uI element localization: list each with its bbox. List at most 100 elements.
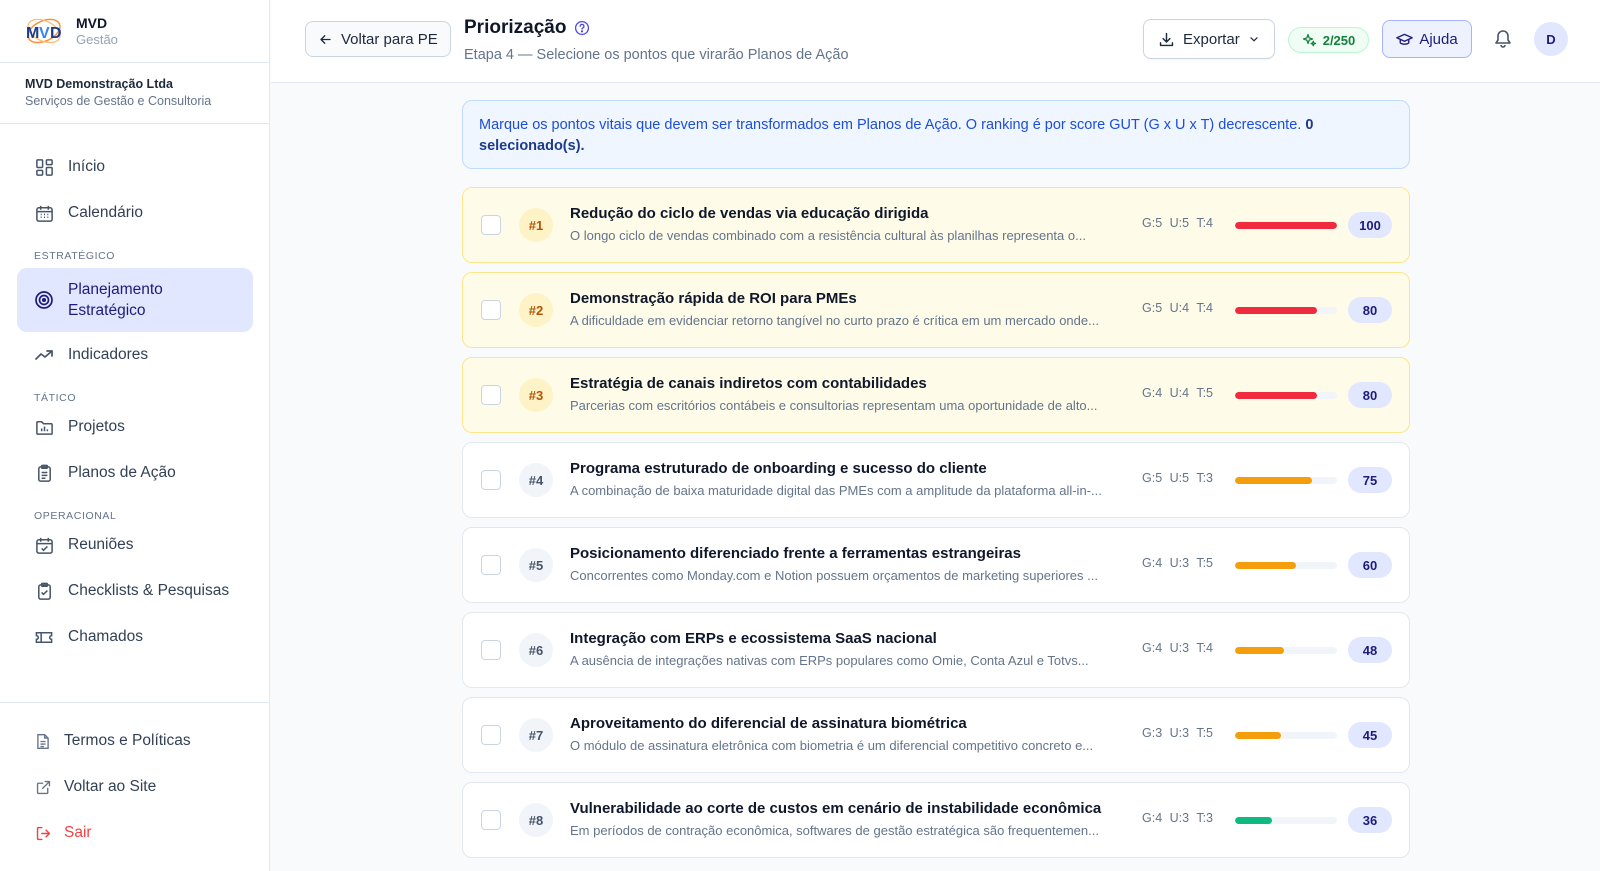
help-button[interactable]: Ajuda (1382, 20, 1472, 58)
download-icon (1158, 31, 1175, 48)
gut-values: G:4 U:4 T:5 (1142, 386, 1213, 400)
score-bar-fill (1235, 647, 1284, 654)
row-description: O módulo de assinatura eletrônica com bi… (570, 738, 1094, 753)
bell-icon[interactable] (1493, 28, 1513, 48)
score-bar-fill (1235, 307, 1317, 314)
score-badge: 45 (1348, 722, 1392, 748)
rank-badge: #3 (519, 378, 553, 412)
sidebar-item-label: Chamados (68, 628, 143, 645)
calendar-icon (34, 203, 54, 223)
row-checkbox[interactable] (481, 215, 501, 235)
score-badge: 100 (1348, 212, 1392, 238)
sidebar-item-label: Planos de Ação (68, 464, 176, 481)
sidebar-item-indicadores[interactable]: Indicadores (0, 332, 270, 378)
rank-badge: #1 (519, 208, 553, 242)
avatar[interactable]: D (1534, 22, 1568, 56)
back-button[interactable]: Voltar para PE (305, 21, 451, 57)
row-description: A dificuldade em evidenciar retorno tang… (570, 313, 1099, 328)
sidebar-item-label: Termos e Políticas (64, 732, 191, 749)
rank-badge: #2 (519, 293, 553, 327)
row-title: Vulnerabilidade ao corte de custos em ce… (570, 800, 1102, 817)
sidebar-item-chamados[interactable]: Chamados (0, 614, 270, 660)
priority-row[interactable]: #8 Vulnerabilidade ao corte de custos em… (462, 782, 1410, 858)
gut-values: G:5 U:5 T:4 (1142, 216, 1213, 230)
score-bar (1235, 307, 1337, 314)
priority-row[interactable]: #4 Programa estruturado de onboarding e … (462, 442, 1410, 518)
sidebar-item-checklists[interactable]: Checklists & Pesquisas (0, 568, 270, 614)
priority-row[interactable]: #1 Redução do ciclo de vendas via educaç… (462, 187, 1410, 263)
score-bar (1235, 647, 1337, 654)
row-description: A combinação de baixa maturidade digital… (570, 483, 1102, 498)
sidebar-item-label: Reuniões (68, 536, 134, 553)
score-bar (1235, 817, 1337, 824)
row-title: Redução do ciclo de vendas via educação … (570, 205, 929, 222)
brand-subtitle: Gestão (76, 31, 118, 47)
gut-values: G:4 U:3 T:5 (1142, 556, 1213, 570)
row-checkbox[interactable] (481, 640, 501, 660)
company-description: Serviços de Gestão e Consultoria (25, 94, 212, 108)
sidebar-item-label: Planejamento Estratégico (68, 281, 163, 319)
credits-badge[interactable]: 2/250 (1288, 27, 1369, 53)
clipboard-check-icon (34, 581, 54, 601)
row-checkbox[interactable] (481, 555, 501, 575)
gut-values: G:4 U:3 T:3 (1142, 811, 1213, 825)
clipboard-list-icon (34, 463, 54, 483)
score-bar (1235, 477, 1337, 484)
help-circle-icon[interactable] (574, 20, 590, 36)
row-description: Em períodos de contração econômica, soft… (570, 823, 1099, 838)
sidebar-item-sair[interactable]: Sair (0, 810, 270, 856)
row-checkbox[interactable] (481, 300, 501, 320)
page-title: Priorização (464, 17, 590, 39)
priority-row[interactable]: #2 Demonstração rápida de ROI para PMEs … (462, 272, 1410, 348)
sidebar-item-label: Indicadores (68, 346, 149, 363)
sidebar-item-calendario[interactable]: Calendário (0, 190, 270, 236)
row-checkbox[interactable] (481, 470, 501, 490)
priority-row[interactable]: #6 Integração com ERPs e ecossistema Saa… (462, 612, 1410, 688)
company-info: MVD Demonstração Ltda Serviços de Gestão… (0, 63, 269, 124)
ticket-icon (34, 627, 54, 647)
export-button[interactable]: Exportar (1143, 19, 1275, 59)
sidebar-item-label: Voltar ao Site (64, 778, 157, 795)
row-description: O longo ciclo de vendas combinado com a … (570, 228, 1086, 243)
row-description: A ausência de integrações nativas com ER… (570, 653, 1089, 668)
sidebar-item-projetos[interactable]: Projetos (0, 404, 270, 450)
score-bar (1235, 392, 1337, 399)
sidebar-item-planejamento[interactable]: Planejamento Estratégico (17, 268, 253, 332)
sidebar-item-label: Checklists & Pesquisas (68, 582, 230, 599)
sidebar-item-inicio[interactable]: Início (0, 144, 270, 190)
sidebar-nav: Início Calendário ESTRATÉGICO Planejamen… (0, 124, 270, 660)
score-bar-fill (1235, 817, 1272, 824)
row-checkbox[interactable] (481, 725, 501, 745)
calendar-check-icon (34, 535, 54, 555)
score-badge: 48 (1348, 637, 1392, 663)
sidebar-item-reunioes[interactable]: Reuniões (0, 522, 270, 568)
sidebar-item-termos[interactable]: Termos e Políticas (0, 718, 270, 764)
score-badge: 60 (1348, 552, 1392, 578)
brand[interactable]: M V D MVD Gestão (0, 0, 269, 63)
row-title: Integração com ERPs e ecossistema SaaS n… (570, 630, 937, 647)
sidebar-item-voltar-site[interactable]: Voltar ao Site (0, 764, 270, 810)
chevron-down-icon (1248, 33, 1260, 45)
rank-badge: #5 (519, 548, 553, 582)
page-subtitle: Etapa 4 — Selecione os pontos que virarã… (464, 47, 849, 63)
score-badge: 80 (1348, 382, 1392, 408)
sidebar-item-label: Projetos (68, 418, 125, 435)
sidebar-item-planos[interactable]: Planos de Ação (0, 450, 270, 496)
sparkles-icon (1302, 33, 1317, 48)
row-description: Parcerias com escritórios contábeis e co… (570, 398, 1098, 413)
rank-badge: #4 (519, 463, 553, 497)
row-checkbox[interactable] (481, 810, 501, 830)
priority-row[interactable]: #3 Estratégia de canais indiretos com co… (462, 357, 1410, 433)
nav-section-tatico: TÁTICO (34, 392, 77, 404)
priority-row[interactable]: #5 Posicionamento diferenciado frente a … (462, 527, 1410, 603)
gut-values: G:4 U:3 T:4 (1142, 641, 1213, 655)
priority-row[interactable]: #7 Aproveitamento do diferencial de assi… (462, 697, 1410, 773)
rank-badge: #8 (519, 803, 553, 837)
score-bar-fill (1235, 392, 1317, 399)
sidebar: M V D MVD Gestão MVD Demonstração Ltda S… (0, 0, 270, 871)
row-checkbox[interactable] (481, 385, 501, 405)
trend-up-icon (34, 345, 54, 365)
arrow-left-icon (318, 32, 333, 47)
gut-values: G:5 U:4 T:4 (1142, 301, 1213, 315)
rank-badge: #7 (519, 718, 553, 752)
